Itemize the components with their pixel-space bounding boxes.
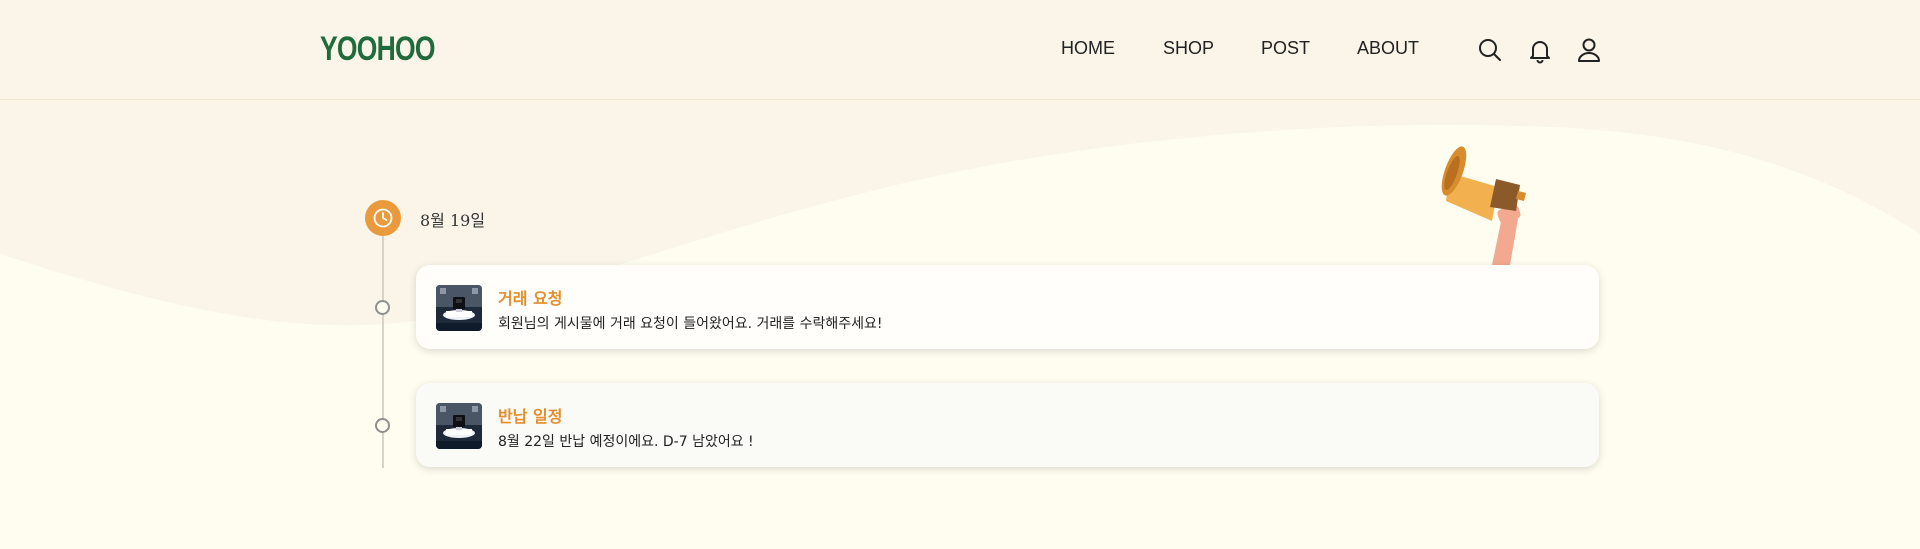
notification-title: 거래 요청 (498, 289, 563, 308)
notification-card-trade-request[interactable]: 거래 요청 회원님의 게시물에 거래 요청이 들어왔어요. 거래를 수락해주세요… (416, 265, 1599, 349)
notifications-page: YOOHOO HOME SHOP POST ABOUT 8월 19일 거래 요청… (0, 0, 1920, 549)
notification-card-return-schedule[interactable]: 반납 일정 8월 22일 반납 예정이에요. D-7 남았어요 ! (416, 383, 1599, 467)
clock-icon (365, 200, 401, 236)
nav-home[interactable]: HOME (1061, 38, 1115, 59)
timeline-date: 8월 19일 (420, 211, 486, 230)
nav-about[interactable]: ABOUT (1357, 38, 1419, 59)
product-thumbnail (436, 285, 482, 331)
megaphone-icon (1441, 146, 1526, 265)
nav-shop[interactable]: SHOP (1163, 38, 1214, 59)
search-icon[interactable] (1476, 36, 1504, 64)
notification-title: 반납 일정 (498, 407, 563, 426)
notification-message: 회원님의 게시물에 거래 요청이 들어왔어요. 거래를 수락해주세요! (498, 316, 883, 332)
site-header: YOOHOO HOME SHOP POST ABOUT (0, 0, 1920, 100)
user-icon[interactable] (1575, 36, 1603, 64)
product-thumbnail (436, 403, 482, 449)
notification-message: 8월 22일 반납 예정이에요. D-7 남았어요 ! (498, 434, 754, 450)
timeline-dot (375, 300, 390, 315)
logo[interactable]: YOOHOO (320, 30, 435, 69)
bell-icon[interactable] (1526, 36, 1554, 64)
timeline-dot (375, 418, 390, 433)
nav-post[interactable]: POST (1261, 38, 1310, 59)
